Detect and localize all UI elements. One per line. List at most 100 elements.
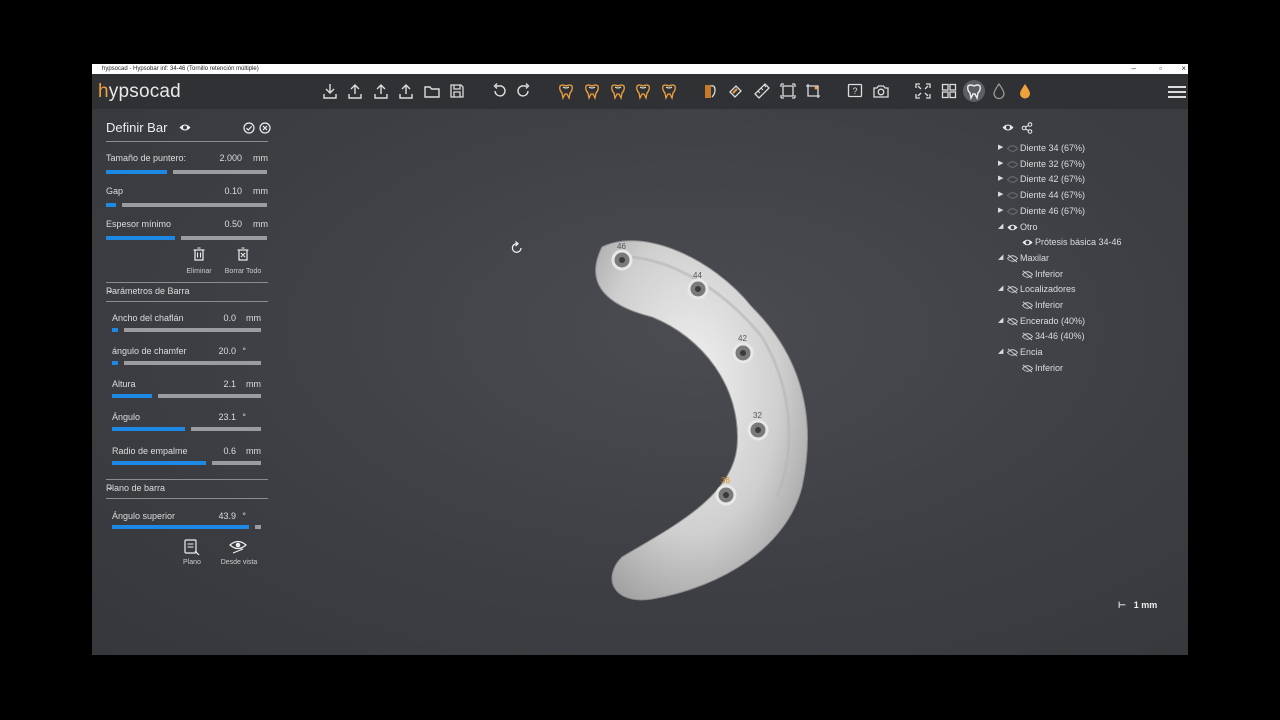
frame-icon[interactable]	[777, 80, 799, 102]
radio-value[interactable]: 0.6	[223, 446, 236, 456]
angulo-value[interactable]: 23.1	[218, 412, 236, 422]
tree-item[interactable]: 34-46 (40%)	[998, 331, 1188, 345]
expand-arrow-icon[interactable]: ◢	[998, 347, 1003, 355]
borrar-todo-button[interactable]: Borrar Todo	[220, 268, 266, 275]
expand-arrow-icon[interactable]: ▶	[998, 206, 1003, 214]
expand-arrow-icon[interactable]: ◢	[998, 316, 1003, 324]
expand-arrow-icon[interactable]: ▶	[998, 143, 1003, 151]
visibility-toggle-icon[interactable]	[1006, 144, 1019, 153]
expand-arrow-icon[interactable]: ▶	[998, 159, 1003, 167]
tooth-icon[interactable]	[581, 80, 603, 102]
export-icon[interactable]	[395, 80, 417, 102]
visibility-toggle-icon[interactable]	[1006, 254, 1019, 263]
gap-value[interactable]: 0.10	[224, 186, 242, 196]
ruler-icon[interactable]	[751, 80, 773, 102]
redo-icon[interactable]	[513, 80, 535, 102]
drop-orange-icon[interactable]	[1014, 80, 1036, 102]
tamano-value[interactable]: 2.000	[219, 153, 242, 163]
plano-icon[interactable]	[183, 538, 201, 556]
tree-item[interactable]: ▶ Diente 32 (67%)	[998, 159, 1188, 173]
open-folder-icon[interactable]	[421, 80, 443, 102]
tree-item[interactable]: Inferior	[998, 363, 1188, 377]
dental-bar-model[interactable]: 46 44 42 32 36	[572, 227, 832, 607]
visibility-toggle-icon[interactable]	[1021, 270, 1034, 279]
angulo-slider[interactable]	[112, 427, 261, 431]
visibility-toggle-icon[interactable]	[1006, 175, 1019, 184]
tree-item[interactable]: ▶ Diente 42 (67%)	[998, 174, 1188, 188]
cancel-x-icon[interactable]	[259, 122, 271, 134]
tree-item[interactable]: ◢ Maxilar	[998, 253, 1188, 267]
angulo-chamfer-value[interactable]: 20.0	[218, 346, 236, 356]
fit-view-icon[interactable]	[912, 80, 934, 102]
save-icon[interactable]	[446, 80, 468, 102]
crop-icon[interactable]	[802, 80, 824, 102]
expand-arrow-icon[interactable]: ▶	[998, 190, 1003, 198]
altura-value[interactable]: 2.1	[223, 379, 236, 389]
maximize-icon[interactable]: ▫	[1159, 64, 1162, 73]
tree-item[interactable]: Inferior	[998, 269, 1188, 283]
ancho-slider[interactable]	[112, 328, 261, 332]
expand-arrow-icon[interactable]: ◢	[998, 222, 1003, 230]
visibility-toggle-icon[interactable]	[1006, 317, 1019, 326]
tree-item[interactable]: ◢ Encia	[998, 347, 1188, 361]
angulo-superior-slider[interactable]	[112, 525, 261, 529]
angulo-superior-value[interactable]: 43.9	[218, 511, 236, 521]
confirm-check-icon[interactable]	[243, 122, 255, 134]
tree-item[interactable]: ▶ Diente 44 (67%)	[998, 190, 1188, 204]
close-icon[interactable]: ×	[1181, 64, 1186, 73]
desde-vista-icon[interactable]	[228, 538, 248, 556]
brush-icon[interactable]	[725, 80, 747, 102]
visibility-toggle-icon[interactable]	[1006, 348, 1019, 357]
drop-icon[interactable]	[988, 80, 1010, 102]
tooth-icon[interactable]	[658, 80, 680, 102]
visibility-toggle-icon[interactable]	[1021, 332, 1034, 341]
tree-item[interactable]: Prótesis básica 34-46	[998, 237, 1188, 251]
espesor-slider[interactable]	[106, 236, 267, 240]
share-icon[interactable]	[1021, 122, 1033, 134]
altura-slider[interactable]	[112, 394, 261, 398]
eliminar-trash-icon[interactable]	[192, 246, 206, 262]
tooth-view-icon[interactable]	[699, 80, 721, 102]
3d-viewport[interactable]: Definir Bar Tamaño de puntero: 2.000 mm …	[92, 109, 1188, 655]
tamano-slider[interactable]	[106, 170, 267, 174]
espesor-value[interactable]: 0.50	[224, 219, 242, 229]
visibility-toggle-icon[interactable]	[1021, 364, 1034, 373]
visibility-toggle-icon[interactable]	[1006, 285, 1019, 294]
borrar-todo-icon[interactable]	[236, 246, 250, 262]
visibility-eye-icon[interactable]	[179, 123, 191, 132]
visibility-toggle-icon[interactable]	[1007, 223, 1018, 232]
expand-arrow-icon[interactable]: ◢	[998, 284, 1003, 292]
tooth-icon[interactable]	[555, 80, 577, 102]
angulo-chamfer-slider[interactable]	[112, 361, 261, 365]
visibility-toggle-icon[interactable]	[1022, 238, 1033, 247]
expand-arrow-icon[interactable]: ▶	[998, 174, 1003, 182]
visibility-toggle-icon[interactable]	[1021, 301, 1034, 310]
grid-icon[interactable]	[938, 80, 960, 102]
ancho-value[interactable]: 0.0	[223, 313, 236, 323]
plano-button[interactable]: Plano	[176, 559, 208, 566]
tooth-active-icon[interactable]	[963, 80, 985, 102]
desde-vista-button[interactable]: Desde vista	[214, 559, 264, 566]
visibility-toggle-icon[interactable]	[1006, 160, 1019, 169]
export-icon[interactable]	[344, 80, 366, 102]
tree-item[interactable]: ▶ Diente 34 (67%)	[998, 143, 1188, 157]
tree-item[interactable]: ◢ Encerado (40%)	[998, 316, 1188, 330]
tooth-icon[interactable]	[632, 80, 654, 102]
hamburger-menu-icon[interactable]	[1168, 83, 1186, 101]
tree-item[interactable]: Inferior	[998, 300, 1188, 314]
parametros-section-header[interactable]: Parámetros de Barra ⌄	[106, 282, 268, 302]
tooth-icon[interactable]	[607, 80, 629, 102]
radio-slider[interactable]	[112, 461, 261, 465]
help-icon[interactable]: ?	[844, 80, 866, 102]
tree-item[interactable]: ◢ Localizadores	[998, 284, 1188, 298]
import-icon[interactable]	[319, 80, 341, 102]
tree-item[interactable]: ◢ Otro	[998, 222, 1188, 236]
tree-item[interactable]: ▶ Diente 46 (67%)	[998, 206, 1188, 220]
tree-visibility-eye-icon[interactable]	[1002, 123, 1014, 132]
expand-arrow-icon[interactable]: ◢	[998, 253, 1003, 261]
camera-icon[interactable]	[870, 80, 892, 102]
gap-slider[interactable]	[106, 203, 267, 207]
minimize-icon[interactable]: –	[1132, 64, 1136, 73]
eliminar-button[interactable]: Eliminar	[182, 268, 216, 275]
plano-section-header[interactable]: Plano de barra ⌄	[106, 479, 268, 499]
